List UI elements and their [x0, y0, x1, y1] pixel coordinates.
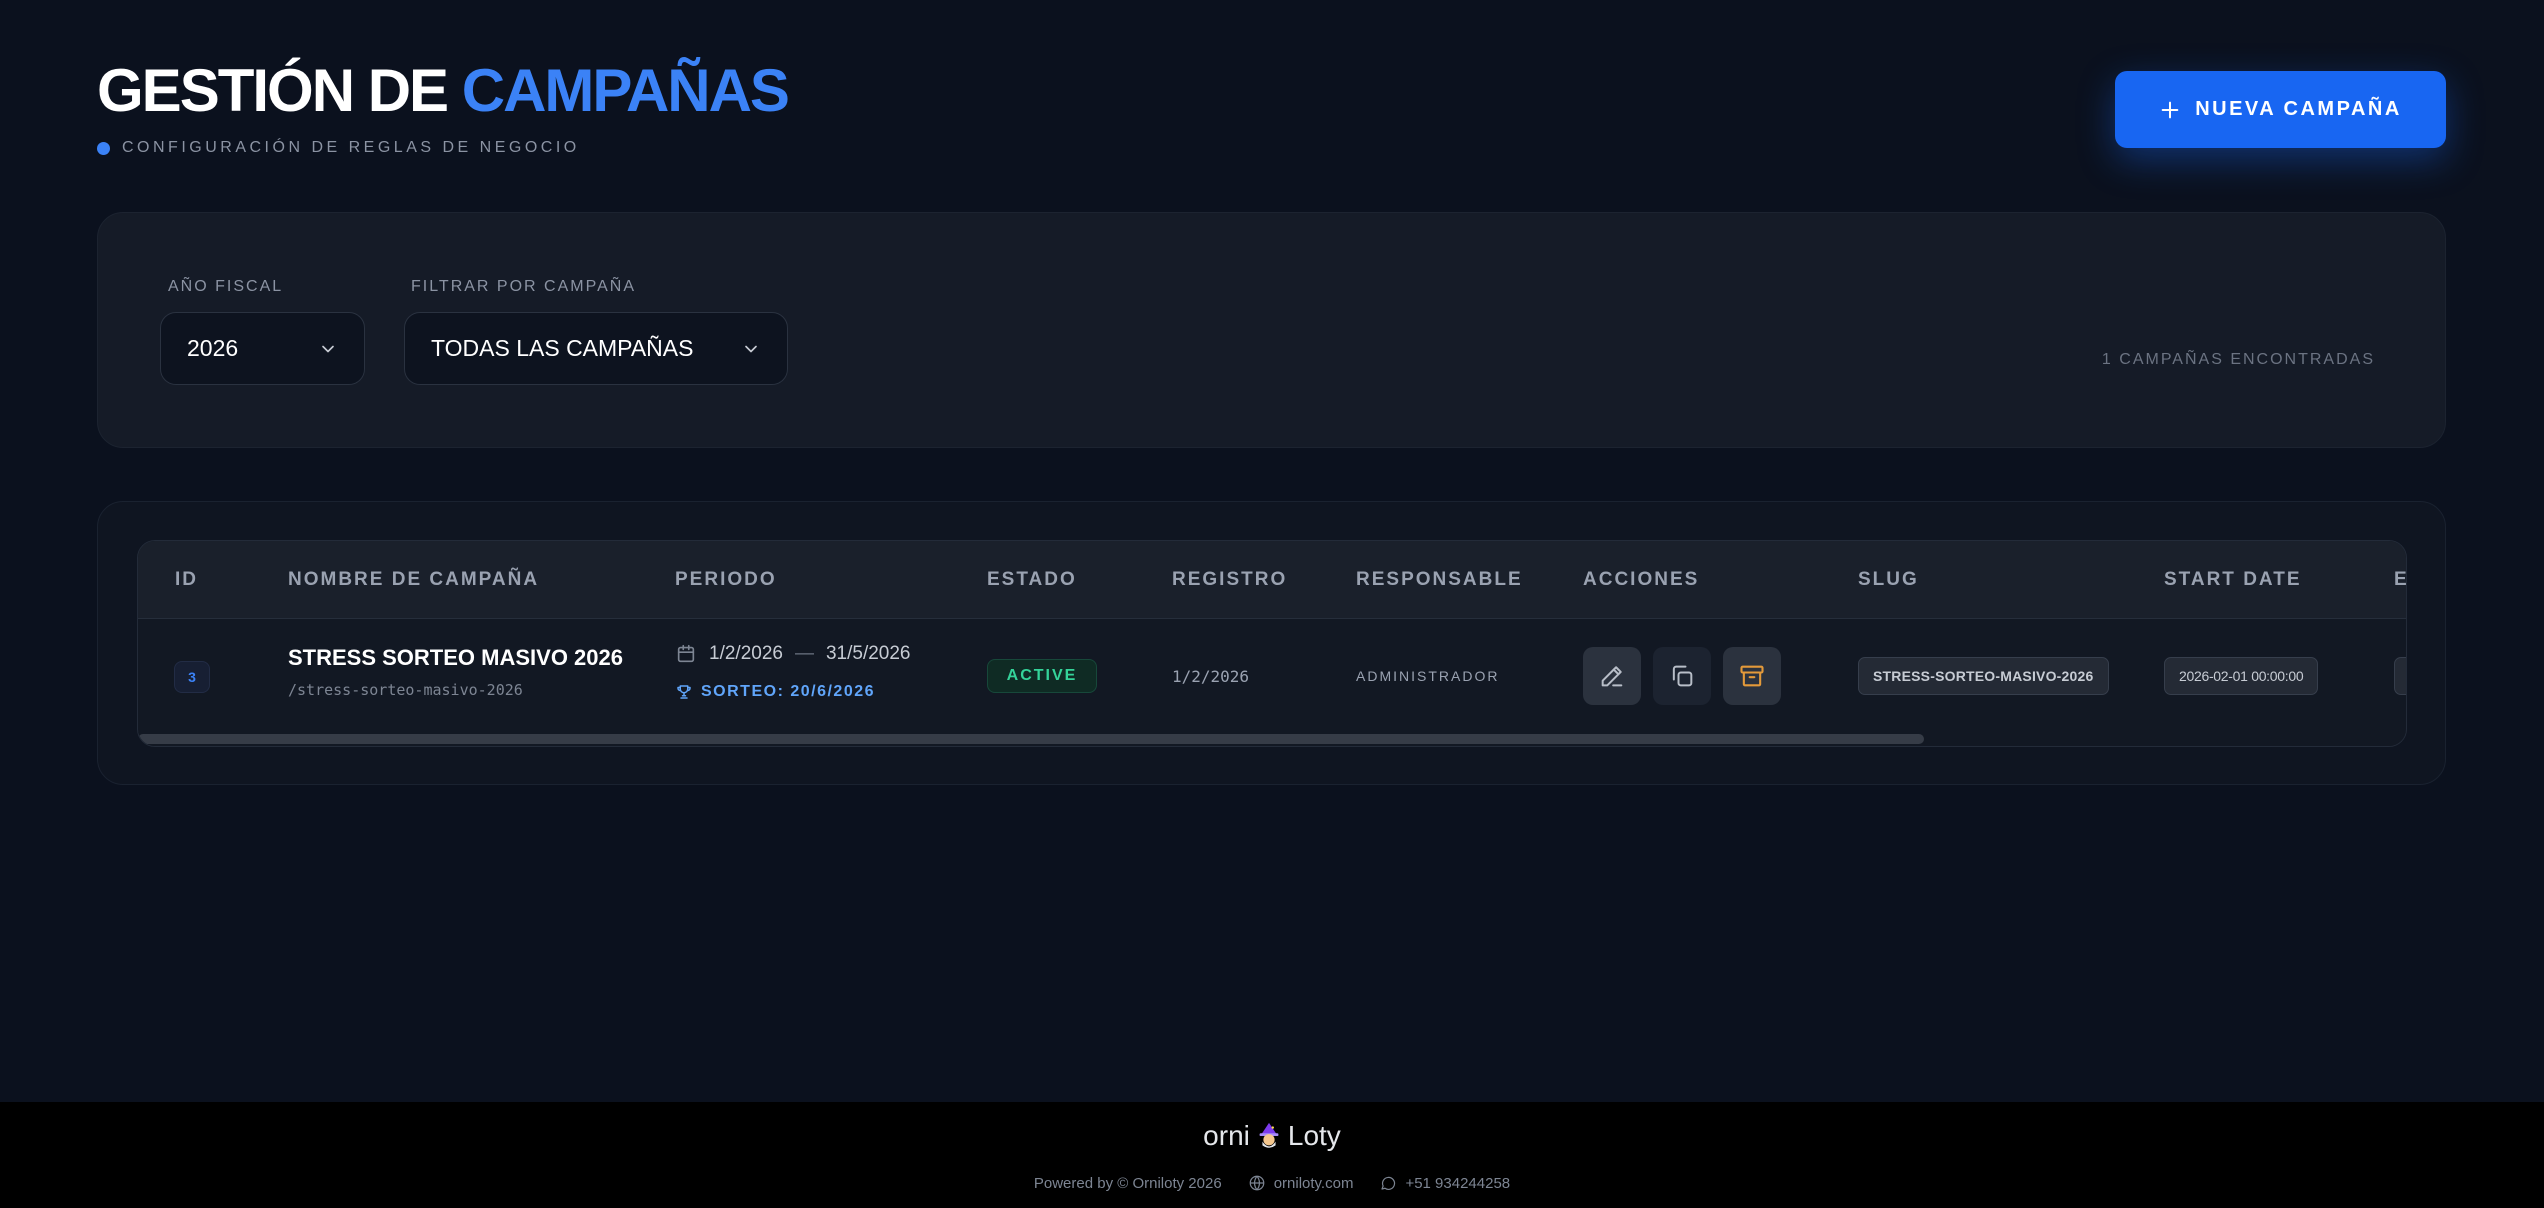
subtitle-dot-icon — [97, 141, 110, 155]
pencil-icon — [1601, 666, 1623, 687]
sorteo-date-text: SORTEO: 20/6/2026 — [701, 683, 876, 700]
registro-date: 1/2/2026 — [1172, 667, 1250, 686]
column-header-status: ESTADO — [987, 569, 1077, 590]
column-header-registro: REGISTRO — [1172, 569, 1288, 590]
subtitle-text: CONFIGURACIÓN DE REGLAS DE NEGOCIO — [122, 139, 580, 156]
table-row: 3 STRESS SORTEO MASIVO 2026 /stress-sort… — [138, 619, 2406, 731]
campaigns-table-card: ID NOMBRE DE CAMPAÑA PERIODO ESTADO REGI… — [97, 501, 2446, 785]
responsable: ADMINISTRADOR — [1356, 668, 1500, 684]
campaign-period: 1/2/2026 — 31/5/2026 — [675, 643, 911, 665]
start-date-chip: 2026-02-01 00:00:00 — [2164, 657, 2319, 695]
table-header: ID NOMBRE DE CAMPAÑA PERIODO ESTADO REGI… — [138, 541, 2406, 619]
footer-info: Powered by © Orniloty 2026 orniloty.com … — [0, 1174, 2544, 1192]
column-header-end-date: E — [2394, 569, 2406, 591]
trophy-icon — [677, 685, 691, 699]
footer-brand: orni Loty — [0, 1120, 2544, 1152]
campaign-id-badge: 3 — [174, 661, 210, 693]
end-date-chip — [2394, 657, 2406, 695]
campaign-filter-label: FILTRAR POR CAMPAÑA — [411, 278, 636, 295]
chevron-down-icon — [745, 345, 757, 352]
column-header-name: NOMBRE DE CAMPAÑA — [288, 569, 540, 590]
sorteo-date: SORTEO: 20/6/2026 — [675, 683, 875, 701]
page-subtitle: CONFIGURACIÓN DE REGLAS DE NEGOCIO — [97, 136, 580, 160]
page-title: GESTIÓN DE CAMPAÑAS — [97, 57, 790, 124]
column-header-id: ID — [175, 569, 198, 590]
fiscal-year-label: AÑO FISCAL — [168, 278, 284, 295]
column-header-responsable: RESPONSABLE — [1356, 569, 1523, 590]
copy-icon — [1672, 665, 1693, 687]
footer-powered: Powered by © Orniloty 2026 — [1033, 1174, 1222, 1192]
new-campaign-button[interactable]: NUEVA CAMPAÑA — [2115, 71, 2446, 148]
campaign-name: STRESS SORTEO MASIVO 2026 — [288, 645, 623, 670]
edit-campaign-button[interactable] — [1583, 647, 1641, 705]
status-badge: ACTIVE — [987, 659, 1097, 693]
archive-icon — [1740, 665, 1764, 687]
column-header-start-date: START DATE — [2164, 569, 2302, 590]
column-header-slug: SLUG — [1858, 569, 1919, 590]
footer-phone-text: +51 934244258 — [1405, 1174, 1511, 1192]
plus-icon — [2161, 101, 2179, 118]
new-campaign-label: NUEVA CAMPAÑA — [2195, 98, 2402, 120]
column-header-period: PERIODO — [675, 569, 777, 590]
globe-icon — [1249, 1175, 1265, 1191]
chevron-down-icon — [322, 345, 334, 352]
calendar-icon — [677, 644, 695, 663]
archive-campaign-button[interactable] — [1723, 647, 1781, 705]
slug-chip: STRESS-SORTEO-MASIVO-2026 — [1858, 657, 2109, 695]
campaigns-found-count: 1 CAMPAÑAS ENCONTRADAS — [2101, 351, 2375, 368]
fiscal-year-value: 2026 — [187, 335, 239, 361]
page-title-accent: CAMPAÑAS — [461, 57, 790, 124]
column-header-actions: ACCIONES — [1583, 569, 1700, 590]
brand-text-right: Loty — [1287, 1120, 1341, 1151]
footer: orni Loty Powered by © Orniloty 2026 orn… — [0, 1102, 2544, 1208]
footer-website-text: orniloty.com — [1273, 1174, 1354, 1192]
campaign-filter-value: TODAS LAS CAMPAÑAS — [431, 335, 694, 361]
chat-icon — [1381, 1176, 1396, 1190]
fiscal-year-select[interactable]: 2026 — [160, 312, 365, 385]
period-separator: — — [794, 643, 814, 664]
campaign-management-page: GESTIÓN DE CAMPAÑAS CONFIGURACIÓN DE REG… — [0, 0, 2544, 1102]
page-title-main: GESTIÓN DE — [97, 57, 449, 124]
period-start: 1/2/2026 — [709, 643, 783, 664]
wizard-logo-icon — [1259, 1122, 1279, 1148]
campaigns-table[interactable]: ID NOMBRE DE CAMPAÑA PERIODO ESTADO REGI… — [137, 540, 2407, 747]
filters-card: AÑO FISCAL 2026 FILTRAR POR CAMPAÑA TODA… — [97, 212, 2446, 448]
footer-phone[interactable]: +51 934244258 — [1379, 1174, 1510, 1192]
scrollbar-thumb[interactable] — [138, 734, 1924, 744]
brand-text-left: orni — [1203, 1120, 1250, 1151]
duplicate-campaign-button[interactable] — [1653, 647, 1711, 705]
footer-website[interactable]: orniloty.com — [1248, 1174, 1354, 1192]
horizontal-scrollbar[interactable] — [138, 732, 2406, 746]
campaign-slug-path: /stress-sorteo-masivo-2026 — [288, 681, 523, 699]
period-end: 31/5/2026 — [825, 643, 911, 664]
campaign-filter-select[interactable]: TODAS LAS CAMPAÑAS — [404, 312, 788, 385]
